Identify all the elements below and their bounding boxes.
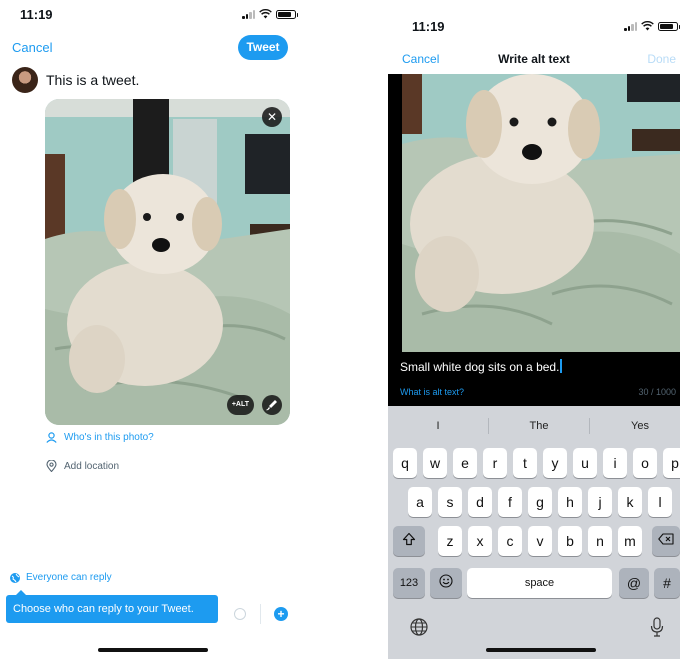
tweet-text-input[interactable]: This is a tweet.	[46, 72, 139, 88]
battery-icon	[276, 9, 298, 19]
alt-text-header: Cancel Write alt text Done	[388, 44, 680, 74]
globe-icon	[410, 618, 428, 636]
page-title: Write alt text	[498, 52, 570, 66]
key-u[interactable]: u	[573, 448, 597, 478]
alt-text-screen: 11:19 Cancel Write alt text Done Small w…	[388, 0, 680, 659]
at-key[interactable]: @	[619, 568, 649, 598]
character-counter-icon	[234, 608, 246, 620]
brush-icon	[266, 400, 277, 411]
key-e[interactable]: e	[453, 448, 477, 478]
cellular-signal-icon	[242, 9, 255, 19]
key-n[interactable]: n	[588, 526, 612, 556]
wifi-icon	[641, 21, 654, 31]
photo-preview	[402, 74, 680, 352]
space-key[interactable]: space	[467, 568, 612, 598]
add-tweet-button[interactable]: +	[274, 607, 288, 621]
key-h[interactable]: h	[558, 487, 582, 517]
reply-setting-button[interactable]: Everyone can reply	[10, 572, 112, 583]
attached-photo[interactable]: ✕ +ALT	[45, 99, 290, 425]
emoji-icon	[439, 574, 453, 588]
shift-key[interactable]	[393, 526, 425, 556]
alt-text-editor: Small white dog sits on a bed. What is a…	[388, 74, 680, 406]
key-f[interactable]: f	[498, 487, 522, 517]
cellular-signal-icon	[624, 21, 637, 31]
avatar[interactable]	[12, 67, 38, 93]
key-s[interactable]: s	[438, 487, 462, 517]
key-o[interactable]: o	[633, 448, 657, 478]
key-x[interactable]: x	[468, 526, 492, 556]
plus-icon: +	[277, 607, 285, 621]
emoji-key[interactable]	[430, 568, 462, 598]
key-d[interactable]: d	[468, 487, 492, 517]
dog-photo	[402, 74, 680, 352]
suggestion-1[interactable]: I	[388, 414, 488, 438]
reply-setting-label: Everyone can reply	[26, 572, 112, 583]
delete-icon	[658, 533, 674, 545]
shift-icon	[402, 532, 416, 546]
key-g[interactable]: g	[528, 487, 552, 517]
person-icon	[46, 432, 57, 443]
key-b[interactable]: b	[558, 526, 582, 556]
alt-text-input[interactable]: Small white dog sits on a bed.	[400, 359, 562, 374]
delete-key[interactable]	[652, 526, 680, 556]
status-bar: 11:19	[388, 12, 680, 40]
toolbar-divider	[260, 604, 261, 624]
hash-key[interactable]: #	[654, 568, 680, 598]
key-q[interactable]: q	[393, 448, 417, 478]
keyboard: I The Yes q w e r t y u i o p a s d f g …	[388, 406, 680, 659]
numbers-key[interactable]: 123	[393, 568, 425, 598]
status-icons	[242, 9, 298, 19]
done-button[interactable]: Done	[647, 52, 676, 66]
key-a[interactable]: a	[408, 487, 432, 517]
location-pin-icon	[46, 460, 57, 472]
key-v[interactable]: v	[528, 526, 552, 556]
reply-tooltip: Choose who can reply to your Tweet.	[6, 590, 218, 623]
tag-people-link[interactable]: Who's in this photo?	[46, 432, 154, 443]
key-p[interactable]: p	[663, 448, 680, 478]
key-z[interactable]: z	[438, 526, 462, 556]
tag-people-label: Who's in this photo?	[64, 432, 154, 443]
remove-photo-button[interactable]: ✕	[262, 107, 282, 127]
key-m[interactable]: m	[618, 526, 642, 556]
text-caret	[560, 359, 562, 373]
tweet-button[interactable]: Tweet	[238, 35, 288, 60]
key-l[interactable]: l	[648, 487, 672, 517]
globe-key[interactable]	[410, 618, 428, 641]
status-time: 11:19	[20, 7, 53, 22]
key-r[interactable]: r	[483, 448, 507, 478]
status-bar: 11:19	[0, 0, 300, 28]
add-alt-text-button[interactable]: +ALT	[226, 395, 254, 415]
status-time: 11:19	[412, 19, 445, 34]
close-icon: ✕	[266, 110, 278, 124]
battery-icon	[658, 21, 680, 31]
key-w[interactable]: w	[423, 448, 447, 478]
suggestion-2[interactable]: The	[489, 414, 589, 438]
wifi-icon	[259, 9, 272, 19]
edit-photo-button[interactable]	[262, 395, 282, 415]
compose-tweet-screen: 11:19 Cancel Tweet This is a tweet. ✕ +A…	[0, 0, 300, 659]
key-j[interactable]: j	[588, 487, 612, 517]
alt-text-value: Small white dog sits on a bed.	[400, 360, 560, 374]
key-y[interactable]: y	[543, 448, 567, 478]
key-t[interactable]: t	[513, 448, 537, 478]
add-location-label: Add location	[64, 460, 120, 472]
home-indicator	[98, 648, 208, 652]
character-count: 30 / 1000	[638, 387, 676, 397]
status-icons	[624, 21, 680, 31]
microphone-icon	[650, 617, 664, 637]
suggestion-3[interactable]: Yes	[590, 414, 680, 438]
add-location-link[interactable]: Add location	[46, 460, 119, 472]
dog-photo	[45, 99, 290, 425]
key-k[interactable]: k	[618, 487, 642, 517]
what-is-alt-text-link[interactable]: What is alt text?	[400, 387, 464, 397]
globe-icon	[10, 572, 20, 583]
key-c[interactable]: c	[498, 526, 522, 556]
home-indicator	[486, 648, 596, 652]
key-i[interactable]: i	[603, 448, 627, 478]
dictation-key[interactable]	[650, 617, 664, 642]
cancel-button[interactable]: Cancel	[12, 40, 52, 55]
